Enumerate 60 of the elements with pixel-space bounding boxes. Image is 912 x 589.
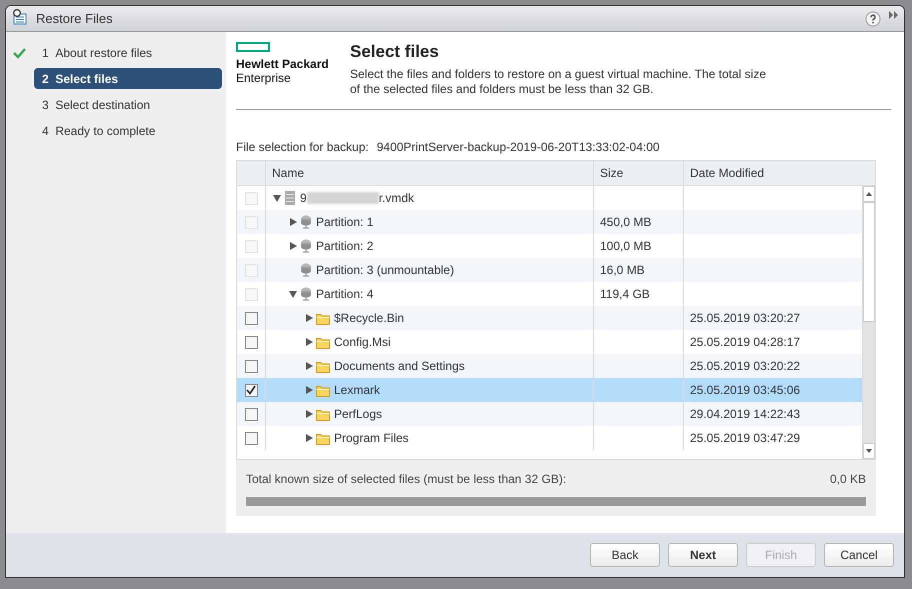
backup-label: File selection for backup:	[236, 140, 369, 154]
folder-icon	[316, 312, 330, 324]
help-icon[interactable]	[865, 10, 881, 26]
file-name: Partition: 4	[316, 287, 374, 301]
double-arrow-icon[interactable]	[889, 10, 898, 18]
wizard-button[interactable]: Back	[590, 543, 660, 567]
folder-icon	[316, 360, 330, 372]
page-description: Select the files and folders to restore on a guest virtual machine. The total size of the selected files and folders must be less than 32 GB.	[350, 67, 768, 97]
wizard-step[interactable]: 2 Select files	[34, 68, 222, 89]
wizard-button[interactable]: Cancel	[824, 543, 894, 567]
file-name: Partition: 2	[316, 239, 374, 253]
scrollbar[interactable]	[862, 186, 875, 459]
logo-text: Hewlett Packard	[236, 57, 328, 71]
disk-drive-icon	[300, 215, 312, 229]
date-modified: 25.05.2019 03:20:27	[690, 311, 800, 325]
disk-drive-icon	[300, 287, 312, 301]
disk-drive-icon	[300, 263, 312, 277]
date-modified: 25.05.2019 03:20:22	[690, 359, 800, 373]
file-name: Lexmark	[334, 383, 380, 397]
file-size: 100,0 MB	[600, 239, 652, 253]
logo-icon	[236, 42, 270, 52]
file-name: PerfLogs	[334, 407, 382, 421]
page-title: Select files	[350, 42, 440, 62]
checkmark-icon	[246, 385, 256, 395]
file-name-start: 9	[300, 191, 307, 205]
column-header[interactable]: Date Modified	[683, 161, 875, 185]
file-name: Documents and Settings	[334, 359, 465, 373]
disk-drive-icon	[300, 239, 312, 253]
date-modified: 29.04.2019 14:22:43	[690, 407, 800, 421]
wizard-step[interactable]: 1 About restore files	[34, 42, 222, 63]
column-header[interactable]: Size	[593, 161, 683, 185]
file-name: Partition: 3 (unmountable)	[316, 263, 454, 277]
folder-icon	[316, 384, 330, 396]
restore-icon	[12, 9, 28, 25]
file-name: Partition: 1	[316, 215, 374, 229]
summary-label: Total known size of selected files (must be less than 32 GB):	[246, 472, 566, 486]
file-name: Config.Msi	[334, 335, 391, 349]
file-size: 450,0 MB	[600, 215, 652, 229]
total-size: 0,0 KB	[830, 472, 866, 486]
column-header[interactable]: Name	[265, 161, 593, 185]
file-size: 119,4 GB	[600, 287, 650, 301]
folder-icon	[316, 336, 330, 348]
file-name: r.vmdk	[378, 191, 414, 205]
file-size: 16,0 MB	[600, 263, 645, 277]
date-modified: 25.05.2019 03:47:29	[690, 431, 800, 445]
file-name: Program Files	[334, 431, 409, 445]
wizard-step[interactable]: 4 Ready to complete	[34, 120, 222, 141]
folder-icon	[316, 432, 330, 444]
window-title: Restore Files	[36, 11, 114, 26]
scroll-down-icon	[866, 449, 872, 453]
date-modified: 25.05.2019 03:45:06	[690, 383, 800, 397]
date-modified: 25.05.2019 04:28:17	[690, 335, 800, 349]
wizard-step[interactable]: 3 Select destination	[34, 94, 222, 115]
wizard-button[interactable]: Next	[668, 543, 738, 567]
backup-name: 9400PrintServer-backup-2019-06-20T13:33:02-04:00	[376, 140, 660, 154]
server-icon	[284, 191, 296, 205]
logo-text: Enterprise	[236, 71, 292, 85]
file-name: $Recycle.Bin	[334, 311, 404, 325]
scroll-up-icon	[866, 192, 872, 196]
folder-icon	[316, 408, 330, 420]
